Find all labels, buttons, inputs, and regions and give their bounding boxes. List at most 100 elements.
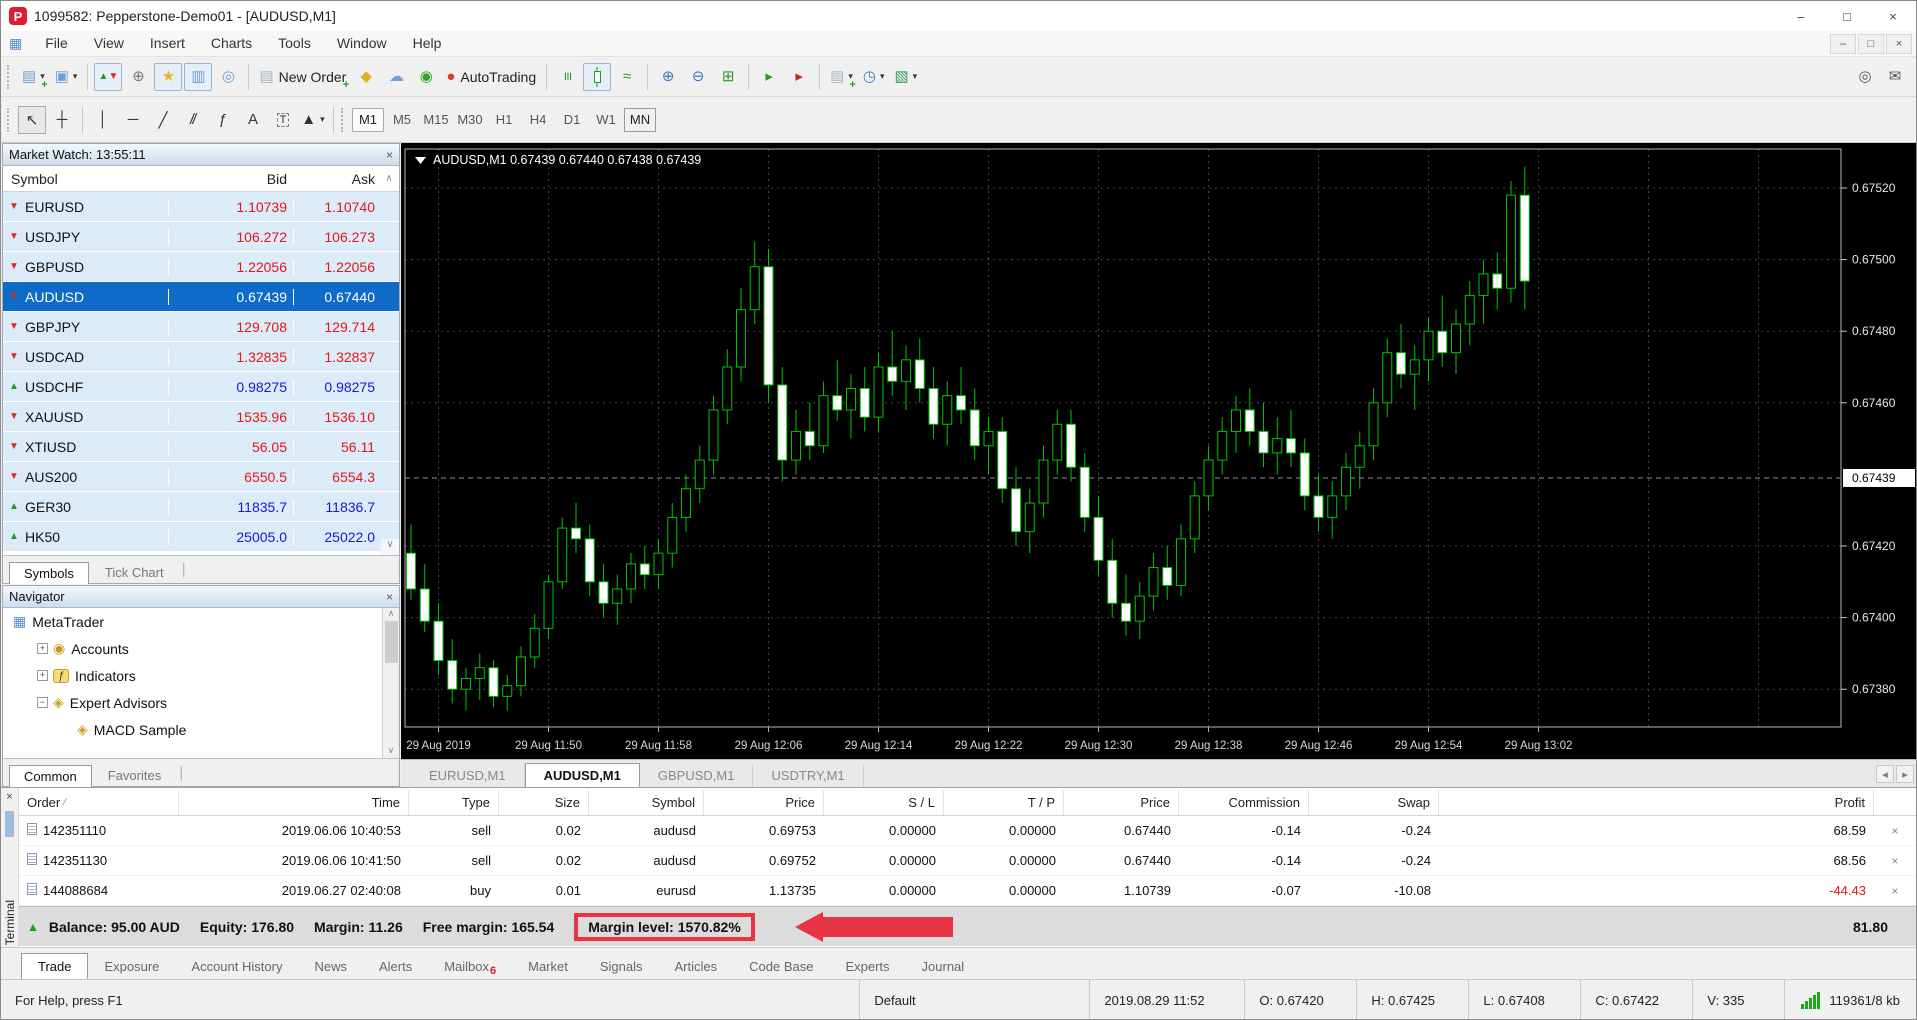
terminal-tab-alerts[interactable]: Alerts: [363, 954, 428, 979]
tree-expander-icon[interactable]: +: [37, 643, 48, 654]
orders-column-commission[interactable]: Commission: [1179, 790, 1309, 815]
templates-button[interactable]: ▧▾: [890, 63, 921, 91]
navigator-button[interactable]: ★: [154, 63, 182, 91]
terminal-button[interactable]: ▥: [184, 63, 212, 91]
timeframe-w1[interactable]: W1: [590, 108, 622, 132]
indicators-button[interactable]: ▤+▾: [826, 63, 857, 91]
chart-tab-audusd-m1[interactable]: AUDUSD,M1: [525, 763, 640, 787]
cloud-button[interactable]: ☁: [382, 63, 410, 91]
market-watch-button[interactable]: ▲▼: [94, 63, 122, 91]
column-symbol[interactable]: Symbol: [3, 171, 168, 187]
scroll-thumb[interactable]: [385, 621, 398, 663]
tab-scroll-left-icon[interactable]: ◂: [1876, 765, 1894, 783]
tab-common[interactable]: Common: [9, 765, 92, 787]
channel-tool[interactable]: ‖: [179, 106, 207, 134]
terminal-tab-articles[interactable]: Articles: [659, 954, 734, 979]
terminal-tab-signals[interactable]: Signals: [584, 954, 659, 979]
navigator-scrollbar[interactable]: ∧ ∨: [382, 608, 399, 758]
horizontal-line-tool[interactable]: ─: [119, 106, 147, 134]
orders-column-swap[interactable]: Swap: [1309, 790, 1439, 815]
terminal-tab-journal[interactable]: Journal: [906, 954, 981, 979]
minimize-button[interactable]: –: [1778, 1, 1824, 31]
market-watch-row-ger30[interactable]: ▲GER3011835.711836.7: [3, 492, 399, 522]
tree-expander-icon[interactable]: −: [37, 697, 48, 708]
zoom-out-button[interactable]: ⊖: [684, 63, 712, 91]
close-icon[interactable]: ×: [386, 148, 393, 162]
signals-button[interactable]: ◉: [412, 63, 440, 91]
toolbar-grip[interactable]: [7, 108, 13, 132]
market-watch-row-usdjpy[interactable]: ▼USDJPY106.272106.273: [3, 222, 399, 252]
close-order-icon[interactable]: ×: [1874, 824, 1916, 838]
orders-column-profit[interactable]: Profit: [1439, 790, 1874, 815]
orders-column-type[interactable]: Type: [409, 790, 499, 815]
terminal-tab-code-base[interactable]: Code Base: [733, 954, 829, 979]
menu-item-charts[interactable]: Charts: [198, 35, 265, 51]
column-bid[interactable]: Bid: [168, 171, 293, 187]
orders-column-size[interactable]: Size: [499, 790, 589, 815]
scroll-up-icon[interactable]: ∧: [379, 173, 399, 184]
new-order-button[interactable]: ▤+New Order: [255, 63, 350, 91]
navigator-item-indicators[interactable]: +ƒIndicators: [3, 662, 399, 689]
terminal-tab-trade[interactable]: Trade: [21, 953, 88, 979]
orders-column-time[interactable]: Time: [179, 790, 409, 815]
navigator-item-metatrader[interactable]: ▦MetaTrader: [3, 608, 399, 635]
toolbar-grip[interactable]: [7, 65, 13, 89]
tile-windows-button[interactable]: ⊞: [714, 63, 742, 91]
orders-column-symbol[interactable]: Symbol: [589, 790, 704, 815]
close-icon[interactable]: ×: [6, 791, 12, 803]
autotrading-button[interactable]: ●AutoTrading: [442, 63, 540, 91]
profile-default[interactable]: Default: [859, 980, 1089, 1020]
vertical-line-tool[interactable]: │: [89, 106, 117, 134]
timeframe-m30[interactable]: M30: [454, 108, 486, 132]
scroll-up-icon[interactable]: ∧: [388, 608, 395, 619]
crosshair-tool[interactable]: ┼: [48, 106, 76, 134]
navigator-item-macd-sample[interactable]: ◈MACD Sample: [3, 716, 399, 743]
close-button[interactable]: ×: [1870, 1, 1916, 31]
market-watch-row-usdcad[interactable]: ▼USDCAD1.328351.32837: [3, 342, 399, 372]
menu-item-view[interactable]: View: [81, 35, 137, 51]
label-tool[interactable]: T: [269, 106, 297, 134]
auto-scroll-button[interactable]: ▸: [755, 63, 783, 91]
market-watch-row-xauusd[interactable]: ▼XAUUSD1535.961536.10: [3, 402, 399, 432]
text-tool[interactable]: A: [239, 106, 267, 134]
market-watch-row-audusd[interactable]: ▼AUDUSD0.674390.67440: [3, 282, 399, 312]
orders-column-price[interactable]: Price: [704, 790, 824, 815]
market-watch-row-gbpusd[interactable]: ▼GBPUSD1.220561.22056: [3, 252, 399, 282]
fibonacci-tool[interactable]: ƒ: [209, 106, 237, 134]
market-watch-row-gbpjpy[interactable]: ▼GBPJPY129.708129.714: [3, 312, 399, 342]
menu-item-insert[interactable]: Insert: [137, 35, 198, 51]
tab-scroll-right-icon[interactable]: ▸: [1896, 765, 1914, 783]
zoom-in-button[interactable]: ⊕: [654, 63, 682, 91]
timeframe-m5[interactable]: M5: [386, 108, 418, 132]
chart-tab-eurusd-m1[interactable]: EURUSD,M1: [411, 764, 525, 787]
menu-item-help[interactable]: Help: [400, 35, 455, 51]
feedback-button[interactable]: ✉: [1881, 63, 1909, 91]
terminal-tab-exposure[interactable]: Exposure: [88, 954, 175, 979]
terminal-tab-market[interactable]: Market: [512, 954, 584, 979]
new-chart-button[interactable]: ▤+▾: [18, 63, 49, 91]
tab-favorites[interactable]: Favorites: [94, 765, 175, 786]
chart-line-button[interactable]: ≈: [613, 63, 641, 91]
chart-candles-button[interactable]: [583, 63, 611, 91]
toolbar-grip[interactable]: [341, 108, 347, 132]
navigator-item-accounts[interactable]: +◉Accounts: [3, 635, 399, 662]
close-order-icon[interactable]: ×: [1874, 884, 1916, 898]
menu-item-window[interactable]: Window: [324, 35, 400, 51]
strategy-tester-button[interactable]: ◎: [214, 63, 242, 91]
tab-symbols[interactable]: Symbols: [9, 562, 89, 584]
order-row-142351110[interactable]: 1423511102019.06.06 10:40:53sell0.02audu…: [19, 816, 1916, 846]
timeframe-h4[interactable]: H4: [522, 108, 554, 132]
market-watch-row-usdchf[interactable]: ▲USDCHF0.982750.98275: [3, 372, 399, 402]
maximize-button[interactable]: □: [1824, 1, 1870, 31]
scroll-down-icon[interactable]: ∨: [381, 539, 399, 555]
chart-bars-button[interactable]: ≡: [553, 63, 581, 91]
timeframe-mn[interactable]: MN: [624, 108, 656, 132]
market-watch-row-eurusd[interactable]: ▼EURUSD1.107391.10740: [3, 192, 399, 222]
market-watch-row-xtiusd[interactable]: ▼XTIUSD56.0556.11: [3, 432, 399, 462]
terminal-tab-news[interactable]: News: [298, 954, 363, 979]
menu-item-file[interactable]: File: [32, 35, 81, 51]
terminal-tab-experts[interactable]: Experts: [829, 954, 905, 979]
terminal-tab-mailbox[interactable]: Mailbox6: [428, 954, 512, 979]
mdi-minimize-button[interactable]: –: [1830, 34, 1856, 54]
timeframe-h1[interactable]: H1: [488, 108, 520, 132]
